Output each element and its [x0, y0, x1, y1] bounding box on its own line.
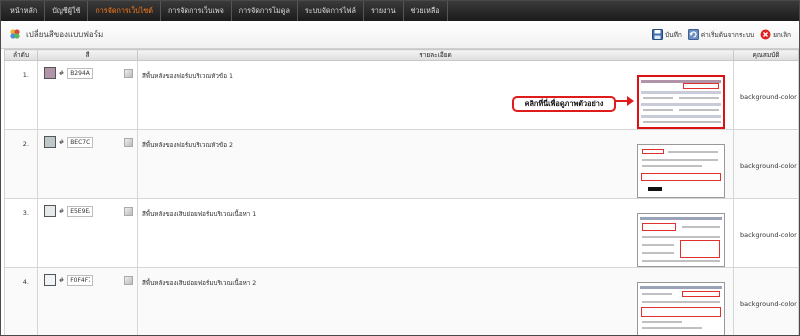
property-cell: background-color: [733, 198, 799, 268]
hash-symbol: #: [58, 276, 65, 284]
color-picker-icon[interactable]: [124, 68, 133, 78]
palette-icon: [9, 28, 21, 42]
color-swatch[interactable]: [44, 205, 56, 217]
color-settings-table: ลำดับ สี รายละเอียด คุณสมบัติ 1. # B294A…: [4, 49, 799, 335]
hash-symbol: #: [58, 138, 65, 146]
color-swatch[interactable]: [44, 67, 56, 79]
nav-item-accounts[interactable]: บัญชีผู้ใช้: [45, 1, 89, 21]
reset-default-button[interactable]: ค่าเริ่มต้นจากระบบ: [687, 29, 755, 40]
nav-item-module-management[interactable]: การจัดการโมดูล: [232, 1, 298, 21]
header-details: รายละเอียด: [137, 49, 734, 61]
cancel-button[interactable]: ยกเลิก: [760, 29, 791, 40]
nav-item-help[interactable]: ช่วยเหลือ: [404, 1, 448, 21]
description-text: สีพื้นหลังของเสิบย่อยฟอร์มบริเวณเนื้อหา …: [142, 280, 257, 287]
hex-color-input[interactable]: [67, 136, 94, 148]
main-menu: หน้าหลัก บัญชีผู้ใช้ การจัดการเว็บไซต์ ก…: [1, 1, 799, 21]
save-button[interactable]: บันทึก: [652, 29, 682, 40]
save-icon: [652, 29, 664, 40]
color-picker-icon[interactable]: [124, 206, 133, 216]
preview-thumbnail[interactable]: [637, 144, 725, 198]
app-window: หน้าหลัก บัญชีผู้ใช้ การจัดการเว็บไซต์ ก…: [0, 0, 800, 336]
cancel-label: ยกเลิก: [773, 30, 791, 39]
nav-item-webpage-management[interactable]: การจัดการเว็บเพจ: [161, 1, 232, 21]
nav-item-file-manager[interactable]: ระบบจัดการไฟล์: [298, 1, 364, 21]
description-text: สีพื้นหลังของฟอร์มบริเวณหัวข้อ 1: [142, 73, 234, 80]
preview-thumbnail[interactable]: [637, 213, 725, 267]
description-cell: สีพื้นหลังของเสิบย่อยฟอร์มบริเวณเนื้อหา …: [137, 267, 734, 335]
toolbar: บันทึก ค่าเริ่มต้นจากระบบ ยกเลิก: [652, 29, 791, 40]
description-text: สีพื้นหลังของเสิบย่อยฟอร์มบริเวณเนื้อหา …: [142, 211, 257, 218]
description-cell: สีพื้นหลังของฟอร์มบริเวณหัวข้อ 1: [137, 60, 734, 130]
table-header-row: ลำดับ สี รายละเอียด คุณสมบัติ: [4, 49, 799, 61]
row-index: 4.: [4, 267, 38, 335]
preview-thumbnail[interactable]: [637, 75, 725, 129]
header-property: คุณสมบัติ: [733, 49, 799, 61]
property-cell: background-color: [733, 267, 799, 335]
color-cell: #: [37, 267, 138, 335]
hash-symbol: #: [58, 69, 65, 77]
property-cell: background-color: [733, 129, 799, 199]
color-picker-icon[interactable]: [124, 275, 133, 285]
row-index: 3.: [4, 198, 38, 268]
color-swatch[interactable]: [44, 136, 56, 148]
nav-item-reports[interactable]: รายงาน: [364, 1, 404, 21]
table-row: 2. # สีพื้นหลังของฟอร์มบริเวณหัวข้อ 2: [4, 129, 799, 199]
color-cell: #: [37, 129, 138, 199]
hex-color-input[interactable]: [67, 205, 94, 217]
nav-item-site-management[interactable]: การจัดการเว็บไซต์: [88, 1, 161, 21]
description-text: สีพื้นหลังของฟอร์มบริเวณหัวข้อ 2: [142, 142, 234, 149]
hex-color-input[interactable]: [67, 274, 94, 286]
header-color: สี: [37, 49, 138, 61]
hash-symbol: #: [58, 207, 65, 215]
table-row: 3. # สีพื้นหลังของเสิบย่อยฟอร์มบริเวณเนื…: [4, 198, 799, 268]
preview-thumbnail[interactable]: [637, 282, 725, 335]
description-cell: สีพื้นหลังของเสิบย่อยฟอร์มบริเวณเนื้อหา …: [137, 198, 734, 268]
arrow-right-icon: [615, 96, 634, 106]
refresh-icon: [687, 29, 699, 40]
color-swatch[interactable]: [44, 274, 56, 286]
row-index: 1.: [4, 60, 38, 130]
preview-callout: คลิกที่นี่เพื่อดูภาพตัวอย่าง: [512, 96, 616, 112]
page-header: เปลี่ยนสีของแบบฟอร์ม บันทึก ค่าเริ่มต้นจ…: [1, 21, 799, 49]
table-row: 4. # สีพื้นหลังของเสิบย่อยฟอร์มบริเวณเนื…: [4, 267, 799, 335]
color-cell: #: [37, 60, 138, 130]
property-cell: background-color: [733, 60, 799, 130]
cancel-icon: [760, 29, 771, 40]
table-row: 1. # สีพื้นหลังของฟอร์มบริเวณหัวข้อ 1: [4, 60, 799, 130]
page-title: เปลี่ยนสีของแบบฟอร์ม: [26, 30, 104, 39]
save-label: บันทึก: [665, 30, 682, 39]
hex-color-input[interactable]: [67, 67, 94, 79]
row-index: 2.: [4, 129, 38, 199]
color-cell: #: [37, 198, 138, 268]
nav-item-home[interactable]: หน้าหลัก: [3, 1, 46, 21]
reset-default-label: ค่าเริ่มต้นจากระบบ: [700, 30, 755, 39]
color-picker-icon[interactable]: [124, 137, 133, 147]
header-index: ลำดับ: [4, 49, 38, 61]
description-cell: สีพื้นหลังของฟอร์มบริเวณหัวข้อ 2: [137, 129, 734, 199]
